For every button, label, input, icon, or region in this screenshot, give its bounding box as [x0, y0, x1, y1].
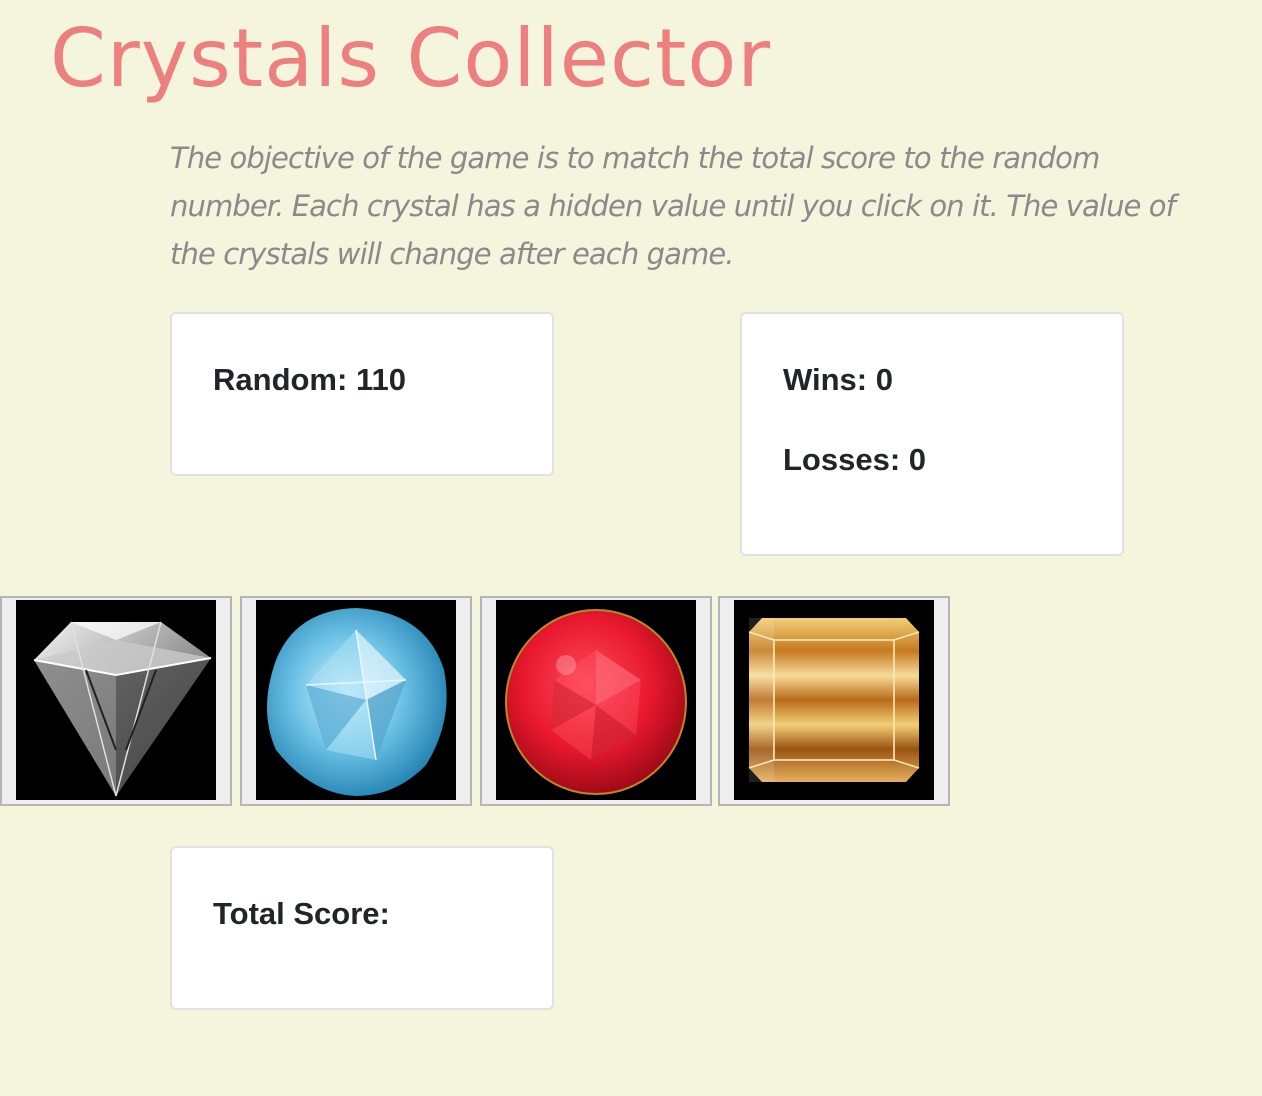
random-value: 110 [355, 362, 406, 397]
wins-count: Wins: 0 [783, 360, 893, 400]
total-score-label: Total Score: [213, 896, 390, 931]
random-number: Random: 110 [213, 360, 406, 400]
total-score-panel: Total Score: [170, 846, 554, 1010]
game-instructions: The objective of the game is to match th… [170, 141, 1176, 271]
page-title: Crystals Collector [50, 12, 772, 105]
crystal-ruby-button[interactable] [480, 596, 712, 806]
losses-value: 0 [908, 442, 927, 477]
diamond-crystal-image [16, 600, 216, 800]
citrine-crystal-image [734, 600, 934, 800]
losses-count: Losses: 0 [783, 440, 926, 480]
crystal-citrine-button[interactable] [718, 596, 950, 806]
ruby-crystal-image [496, 600, 696, 800]
losses-label: Losses: [783, 442, 901, 477]
aquamarine-crystal-image [256, 600, 456, 800]
total-score: Total Score: [213, 894, 390, 934]
random-label: Random: [213, 362, 348, 397]
wins-losses-panel: Wins: 0 Losses: 0 [740, 312, 1124, 556]
crystal-diamond-button[interactable] [0, 596, 232, 806]
crystal-aquamarine-button[interactable] [240, 596, 472, 806]
wins-value: 0 [875, 362, 893, 397]
wins-label: Wins: [783, 362, 868, 397]
random-number-panel: Random: 110 [170, 312, 554, 476]
